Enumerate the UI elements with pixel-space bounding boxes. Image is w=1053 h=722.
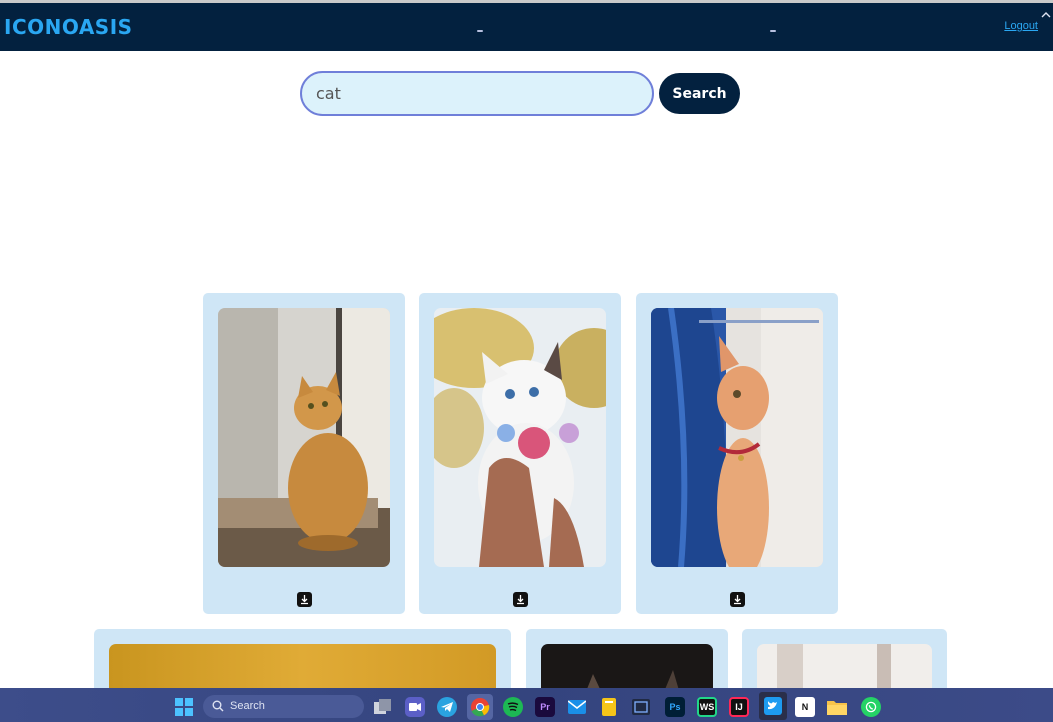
result-card-3: [636, 293, 838, 614]
search-icon: [212, 700, 224, 712]
photoshop-icon[interactable]: Ps: [665, 697, 685, 717]
logout-link[interactable]: Logout: [1004, 20, 1038, 32]
snipping-tool-icon[interactable]: [631, 697, 651, 717]
file-explorer-icon[interactable]: [827, 697, 847, 717]
result-card-1: [203, 293, 405, 614]
twitter-icon[interactable]: [759, 692, 787, 720]
result-image-cat-behind-curtain[interactable]: [651, 308, 823, 567]
telegram-icon[interactable]: [437, 697, 457, 717]
photoshop-label: Ps: [669, 702, 681, 712]
spotify-icon[interactable]: [503, 697, 523, 717]
download-icon[interactable]: [730, 592, 745, 607]
mail-icon[interactable]: [567, 697, 587, 717]
taskbar-search-label: Search: [230, 700, 265, 712]
chrome-icon[interactable]: [467, 694, 493, 720]
download-icon[interactable]: [297, 592, 312, 607]
os-taskbar: [0, 688, 1053, 722]
search-input[interactable]: [300, 71, 654, 116]
chrome-active-indicator: [477, 30, 483, 32]
webstorm-icon[interactable]: WS: [697, 697, 717, 717]
result-image-white-kitten[interactable]: [434, 308, 606, 567]
search-button[interactable]: Search: [659, 73, 740, 114]
chevron-up-icon[interactable]: [1041, 10, 1051, 20]
teams-icon[interactable]: [405, 697, 425, 717]
download-icon[interactable]: [513, 592, 528, 607]
taskbar-search-box[interactable]: Search: [203, 695, 364, 718]
app-logo[interactable]: ICONOASIS: [4, 15, 133, 39]
sticky-notes-icon[interactable]: [599, 697, 619, 717]
twitter-active-indicator: [770, 30, 776, 32]
premiere-label: Pr: [540, 702, 550, 712]
webstorm-label: WS: [699, 702, 715, 712]
premiere-pro-icon[interactable]: Pr: [535, 697, 555, 717]
result-card-2: [419, 293, 621, 614]
intellij-label: IJ: [735, 702, 743, 712]
whatsapp-icon[interactable]: [861, 697, 881, 717]
result-image-orange-tabby-cat[interactable]: [218, 308, 390, 567]
notion-icon[interactable]: N: [795, 697, 815, 717]
notion-label: N: [801, 702, 809, 712]
windows-start-icon[interactable]: [174, 697, 194, 717]
intellij-icon[interactable]: IJ: [729, 697, 749, 717]
task-view-icon[interactable]: [373, 697, 393, 717]
app-header: ICONOASIS Logout: [0, 3, 1053, 51]
